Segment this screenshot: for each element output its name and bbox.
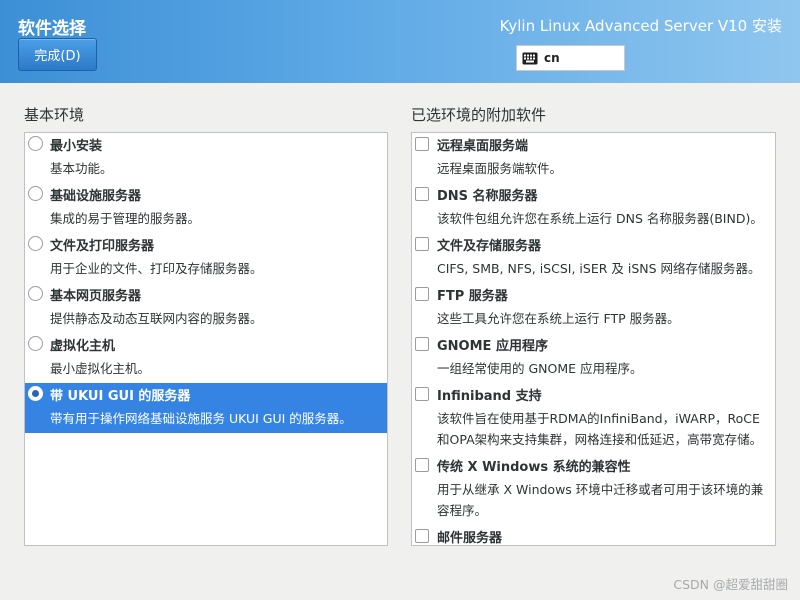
product-title: Kylin Linux Advanced Server V10 安装 (499, 17, 782, 35)
option-description: 该软件旨在使用基于RDMA的InfiniBand，iWARP，RoCE和OPA架… (437, 411, 763, 447)
option-description: 集成的易于管理的服务器。 (50, 211, 201, 226)
option-name: 文件及存储服务器 (437, 239, 542, 254)
addon-option[interactable]: Infiniband 支持该软件旨在使用基于RDMA的InfiniBand，iW… (412, 383, 775, 454)
addon-option[interactable]: 传统 X Windows 系统的兼容性用于从继承 X Windows 环境中迁移… (412, 454, 775, 525)
environment-option[interactable]: 虚拟化主机最小虚拟化主机。 (25, 333, 387, 383)
option-name: 基本网页服务器 (50, 289, 142, 304)
addon-option[interactable]: 邮件服务器 (412, 525, 775, 546)
addon-option[interactable]: DNS 名称服务器该软件包组允许您在系统上运行 DNS 名称服务器(BIND)。 (412, 183, 775, 233)
option-description: 最小虚拟化主机。 (50, 361, 151, 376)
radio-button[interactable] (28, 386, 43, 401)
addon-option[interactable]: FTP 服务器这些工具允许您在系统上运行 FTP 服务器。 (412, 283, 775, 333)
option-name: 基础设施服务器 (50, 189, 142, 204)
option-description: 远程桌面服务端软件。 (437, 161, 563, 176)
checkbox[interactable] (415, 237, 429, 251)
option-name: DNS 名称服务器 (437, 189, 538, 204)
keyboard-icon (522, 52, 538, 65)
checkbox[interactable] (415, 137, 429, 151)
option-description: 提供静态及动态互联网内容的服务器。 (50, 311, 263, 326)
keyboard-layout-indicator[interactable]: cn (516, 45, 625, 71)
base-environment-list: 最小安装基本功能。基础设施服务器集成的易于管理的服务器。 文件及打印服务器用于企业… (24, 132, 388, 546)
base-environment-title: 基本环境 (24, 106, 85, 124)
radio-button[interactable] (28, 186, 43, 201)
option-description: 用于从继承 X Windows 环境中迁移或者可用于该环境的兼容程序。 (437, 482, 764, 518)
option-name: 文件及打印服务器 (50, 239, 155, 254)
checkbox[interactable] (415, 529, 429, 543)
option-description: 这些工具允许您在系统上运行 FTP 服务器。 (437, 311, 680, 326)
checkbox[interactable] (415, 337, 429, 351)
option-description: CIFS, SMB, NFS, iSCSI, iSER 及 iSNS 网络存储服… (437, 261, 761, 276)
addon-list: 远程桌面服务端 远程桌面服务端软件。 DNS 名称服务器 该软件包组允许您在系统上运行… (411, 132, 776, 546)
checkbox[interactable] (415, 287, 429, 301)
checkbox[interactable] (415, 458, 429, 472)
environment-option[interactable]: 基本网页服务器提供静态及动态互联网内容的服务器。 (25, 283, 387, 333)
option-name: GNOME 应用程序 (437, 339, 548, 354)
done-button[interactable]: 完成(D) (18, 38, 97, 71)
option-description: 用于企业的文件、打印及存储服务器。 (50, 261, 263, 276)
option-name: 远程桌面服务端 (437, 139, 529, 154)
option-name: Infiniband 支持 (437, 389, 542, 404)
option-description: 该软件包组允许您在系统上运行 DNS 名称服务器(BIND)。 (437, 211, 763, 226)
option-description: 一组经常使用的 GNOME 应用程序。 (437, 361, 643, 376)
radio-button[interactable] (28, 286, 43, 301)
addons-title: 已选环境的附加软件 (411, 106, 547, 124)
environment-option[interactable]: 基础设施服务器集成的易于管理的服务器。 (25, 183, 387, 233)
checkbox[interactable] (415, 187, 429, 201)
addon-option[interactable]: 文件及存储服务器 CIFS, SMB, NFS, iSCSI, iSER 及 iS… (412, 233, 775, 283)
watermark: CSDN @超爱甜甜圈 (673, 577, 788, 592)
checkbox[interactable] (415, 387, 429, 401)
environment-option[interactable]: 最小安装 基本功能。 (25, 133, 387, 183)
header-bar: 软件选择 完成(D) Kylin Linux Advanced Server V… (0, 0, 800, 83)
option-name: 邮件服务器 (437, 531, 503, 546)
radio-button[interactable] (28, 336, 43, 351)
page-title: 软件选择 (18, 19, 86, 39)
option-name: 最小安装 (50, 139, 103, 154)
option-name: 虚拟化主机 (50, 339, 116, 354)
environment-option[interactable]: 带 UKUI GUI 的服务器带有用于操作网络基础设施服务 UKUI GUI 的… (25, 383, 387, 433)
addon-option[interactable]: 远程桌面服务端远程桌面服务端软件。 (412, 133, 775, 183)
option-description: 基本功能。 (50, 161, 113, 176)
option-name: FTP 服务器 (437, 289, 508, 304)
keyboard-layout-label: cn (544, 51, 560, 65)
radio-button[interactable] (28, 136, 43, 151)
option-name: 传统 X Windows 系统的兼容性 (437, 460, 631, 475)
addon-option[interactable]: GNOME 应用程序一组经常使用的 GNOME 应用程序。 (412, 333, 775, 383)
radio-button[interactable] (28, 236, 43, 251)
environment-option[interactable]: 文件及打印服务器用于企业的文件、打印及存储服务器。 (25, 233, 387, 283)
option-name: 带 UKUI GUI 的服务器 (50, 389, 191, 404)
option-description: 带有用于操作网络基础设施服务 UKUI GUI 的服务器。 (50, 411, 352, 426)
